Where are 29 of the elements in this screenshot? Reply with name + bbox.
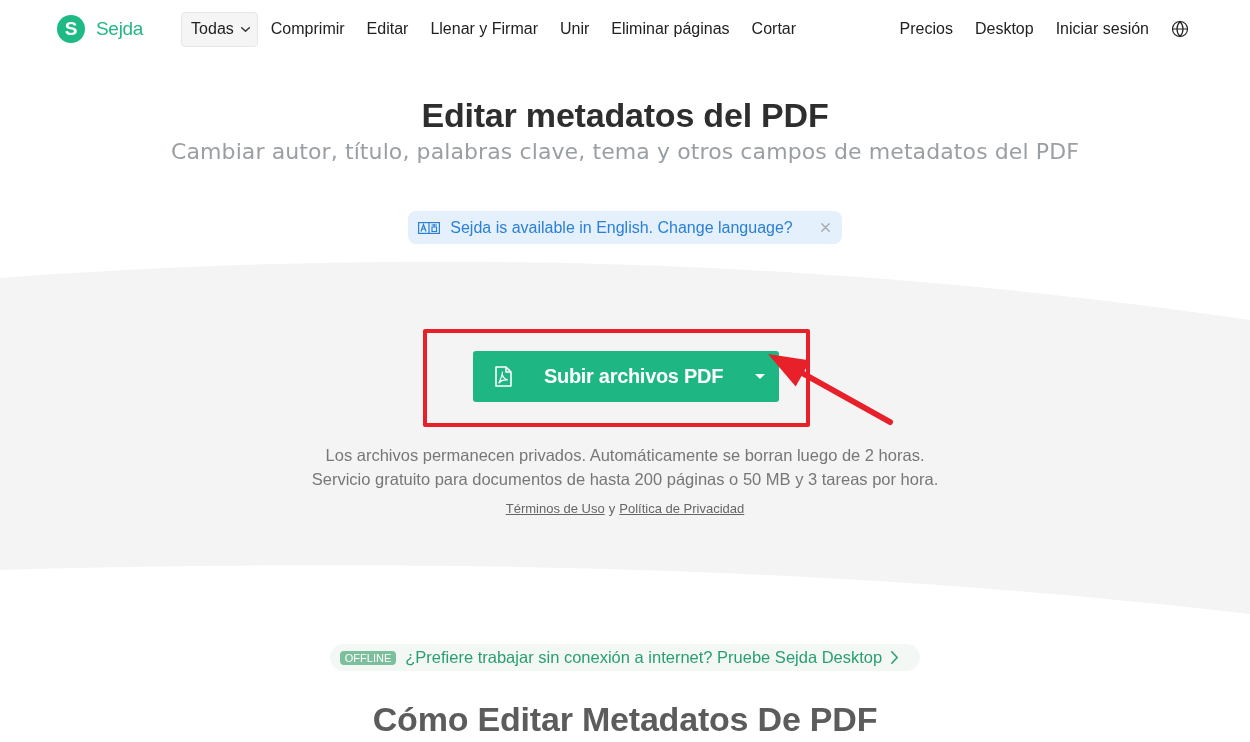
nav-link[interactable]: Iniciar sesión [1055, 20, 1149, 38]
page-title: Editar metadatos del PDF [421, 95, 829, 135]
chevron-right-icon [891, 651, 899, 664]
language-button[interactable] [1171, 20, 1189, 38]
nav-link[interactable]: Desktop [974, 20, 1034, 38]
translate-icon [418, 221, 441, 234]
nav-link[interactable]: Eliminar páginas [611, 20, 730, 38]
close-icon [820, 223, 830, 232]
category-dropdown[interactable]: Todas [181, 11, 258, 47]
offline-badge: OFFLINE [339, 650, 397, 665]
nav-link[interactable]: Unir [559, 20, 590, 38]
privacy-note: Los archivos permanecen privados. Automáticamente se borran luego de 2 horas. [325, 445, 925, 466]
page-subtitle: Cambiar autor, título, palabras clave, tema y otros campos de metadatos del PDF [171, 138, 1079, 166]
section-title: Cómo Editar Metadatos De PDF [372, 699, 878, 739]
privacy-note: Servicio gratuito para documentos de hasta 200 páginas o 50 MB y 3 tareas por hora. [311, 469, 939, 490]
conjunction-text: y [608, 500, 616, 518]
privacy-link[interactable]: Política de Privacidad [619, 500, 745, 518]
nav-link[interactable]: Editar [366, 20, 409, 38]
change-language-link[interactable]: Sejda is available in English. Change language? [450, 218, 793, 237]
chevron-down-icon [240, 26, 250, 32]
terms-link[interactable]: Términos de Uso [505, 500, 605, 518]
nav-link[interactable]: Precios [899, 20, 953, 38]
nav-link[interactable]: Comprimir [270, 20, 345, 38]
globe-icon [1171, 20, 1189, 38]
promo-text: ¿Prefiere trabajar sin conexión a internet? Pruebe Sejda Desktop [405, 648, 883, 667]
caret-down-icon [755, 374, 765, 379]
nav-link[interactable]: Llenar y Firmar [430, 20, 538, 38]
pdf-file-icon [495, 366, 512, 387]
nav-link[interactable]: Cortar [751, 20, 797, 38]
